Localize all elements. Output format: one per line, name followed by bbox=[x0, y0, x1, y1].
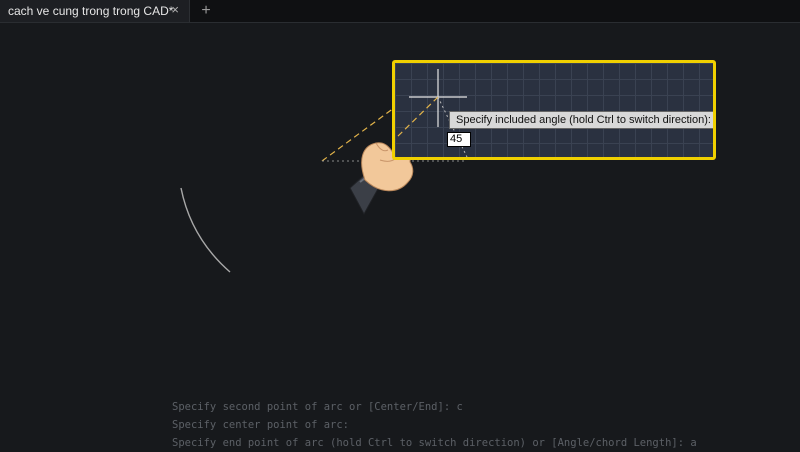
tab-drawing[interactable]: cach ve cung trong trong CAD* × bbox=[0, 0, 190, 22]
command-line: Specify center point of arc: bbox=[172, 419, 350, 431]
command-history: Specify second point of arc or [Center/E… bbox=[172, 398, 792, 452]
command-line: Specify second point of arc or [Center/E… bbox=[172, 401, 463, 413]
callout-geometry bbox=[395, 69, 468, 157]
zoom-callout: Specify included angle (hold Ctrl to swi… bbox=[392, 60, 716, 160]
prompt-tooltip: Specify included angle (hold Ctrl to swi… bbox=[449, 111, 713, 129]
file-tab-bar: cach ve cung trong trong CAD* × + bbox=[0, 0, 800, 23]
close-icon[interactable]: × bbox=[171, 2, 179, 17]
plus-icon[interactable]: + bbox=[198, 0, 214, 22]
drawing-canvas[interactable]: Specify included angle (hold Ctrl to swi… bbox=[0, 23, 800, 450]
arc-entity bbox=[180, 187, 231, 273]
tab-label: cach ve cung trong trong CAD* bbox=[8, 4, 174, 18]
command-line: Specify end point of arc (hold Ctrl to s… bbox=[172, 437, 697, 449]
angle-input[interactable]: 45 bbox=[447, 132, 471, 147]
